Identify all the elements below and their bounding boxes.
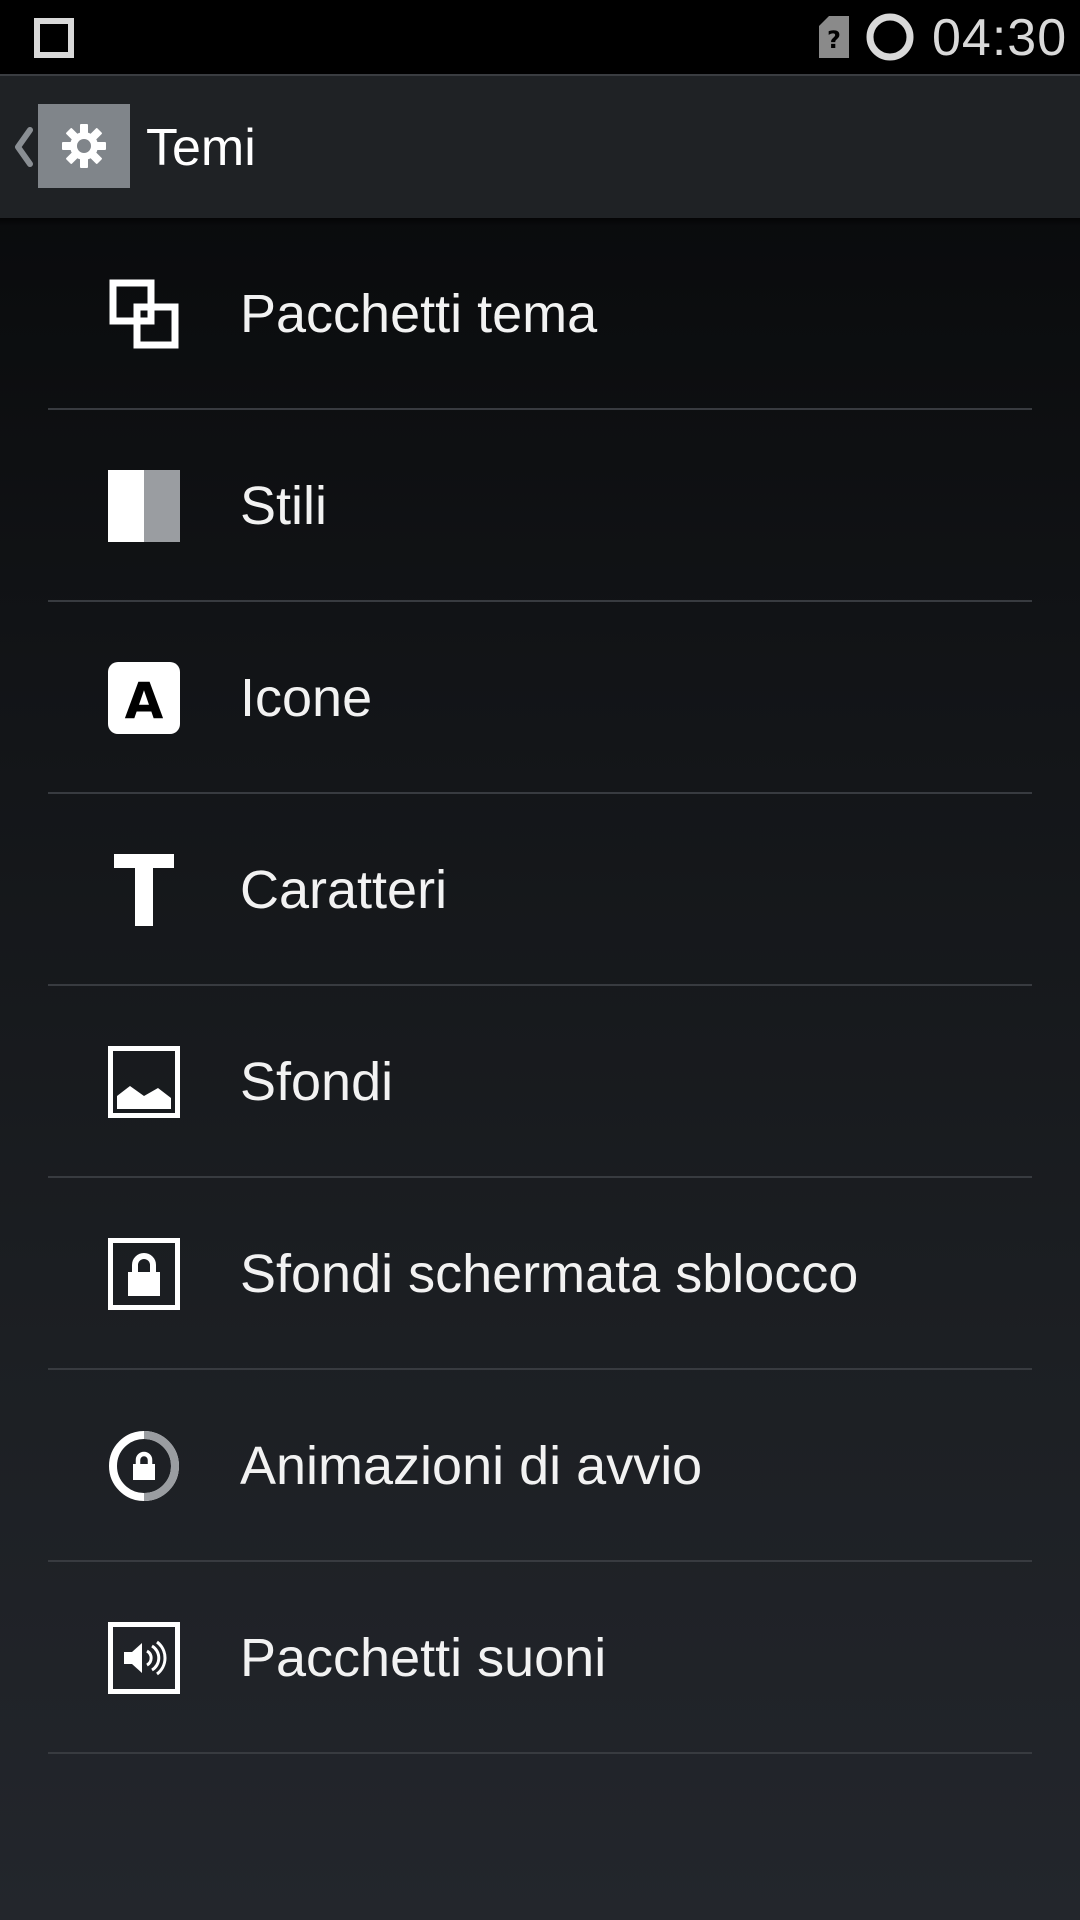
fonts-t-icon (114, 854, 174, 926)
menu-item-fonts[interactable]: Caratteri (0, 794, 1080, 986)
svg-text:?: ? (827, 26, 841, 54)
menu-item-label: Sfondi (240, 1052, 394, 1112)
menu-item-label: Stili (240, 476, 328, 536)
divider (48, 1752, 1032, 1754)
menu-item-icons[interactable]: A Icone (0, 602, 1080, 794)
loading-ring-icon (866, 13, 914, 61)
theme-packs-icon (109, 279, 179, 349)
action-bar: Temi (0, 76, 1080, 218)
lockscreen-wallpaper-icon (108, 1238, 180, 1310)
settings-app-icon[interactable] (38, 104, 130, 188)
page-title: Temi (146, 119, 256, 177)
menu-item-theme-packs[interactable]: Pacchetti tema (0, 218, 1080, 410)
menu-item-lockscreen-wallpapers[interactable]: Sfondi schermata sblocco (0, 1178, 1080, 1370)
svg-text:A: A (125, 672, 164, 730)
styles-icon (108, 470, 180, 542)
sound-packs-icon (108, 1622, 180, 1694)
menu-item-label: Pacchetti suoni (240, 1628, 607, 1688)
menu-item-wallpapers[interactable]: Sfondi (0, 986, 1080, 1178)
menu-item-boot-animations[interactable]: Animazioni di avvio (0, 1370, 1080, 1562)
status-time: 04:30 (932, 9, 1068, 67)
theme-menu-list: Pacchetti tema Stili A Icone Caratteri S… (0, 218, 1080, 1754)
sim-unknown-icon: ? (819, 16, 849, 58)
recents-square-icon (34, 18, 74, 58)
menu-item-label: Icone (240, 668, 373, 728)
menu-item-label: Sfondi schermata sblocco (240, 1244, 859, 1304)
settings-gear-icon (62, 124, 106, 168)
back-chevron-icon[interactable] (10, 124, 36, 170)
menu-item-styles[interactable]: Stili (0, 410, 1080, 602)
wallpaper-icon (108, 1046, 180, 1118)
menu-item-sound-packs[interactable]: Pacchetti suoni (0, 1562, 1080, 1754)
boot-animation-icon (109, 1431, 180, 1501)
menu-item-label: Pacchetti tema (240, 284, 598, 344)
status-bar: ? 04:30 (0, 0, 1080, 76)
icons-letter-a-icon: A (108, 662, 180, 734)
menu-item-label: Caratteri (240, 860, 448, 920)
menu-item-label: Animazioni di avvio (240, 1436, 703, 1496)
